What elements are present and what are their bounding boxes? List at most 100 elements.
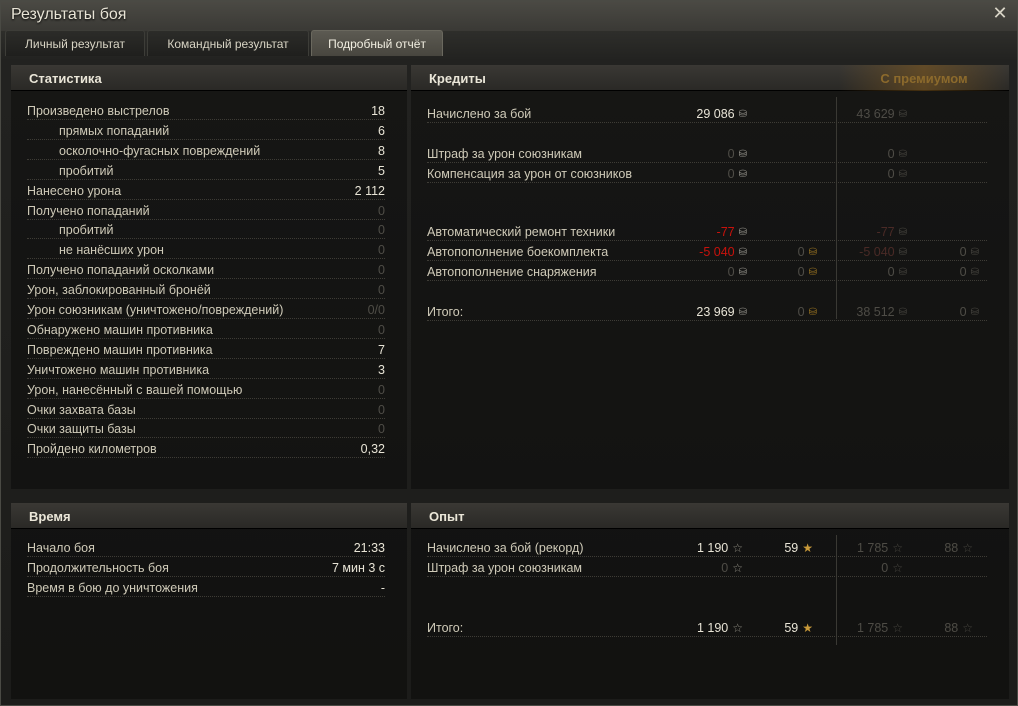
gold-coin-value: 0 ⛁ — [960, 263, 979, 282]
stat-row: Повреждено машин противника 7 — [27, 341, 385, 359]
stat-label: Получено попаданий осколками — [27, 263, 215, 278]
stat-row: Урон, заблокированный бронёй 0 — [27, 281, 385, 300]
stat-label: пробитий — [59, 163, 114, 178]
xp-star-value: 0 ☆ — [881, 559, 903, 577]
value-text: 59 — [784, 541, 799, 555]
free-xp-star-value: 59 ★ — [784, 539, 813, 557]
close-icon[interactable]: ✕ — [991, 4, 1009, 22]
credit-coin-icon: ⛁ — [898, 247, 907, 258]
stat-row: Нанесено урона 2 112 — [27, 182, 385, 200]
credits-header: Кредиты С премиумом — [411, 65, 1009, 91]
xp-star-icon: ☆ — [892, 621, 903, 635]
stat-value: 0 — [378, 263, 385, 278]
experience-row: Итого: 1 190 ☆ 59 ★ 1 785 ☆ 88 ☆ — [427, 619, 987, 637]
credit-coin-value: 0 ⛁ — [888, 263, 907, 282]
xp-star-icon: ☆ — [892, 561, 903, 575]
statistics-panel: Статистика Произведено выстрелов 18 прямых… — [11, 65, 407, 489]
value-text: 1 785 — [856, 541, 889, 555]
gold-coin-value: 0 ⛁ — [960, 303, 979, 322]
stat-label: осколочно-фугасных повреждений — [59, 143, 261, 158]
credit-coin-icon: ⛁ — [738, 267, 747, 278]
value-text: 88 — [944, 541, 959, 555]
stat-label: Урон, нанесённый с вашей помощью — [27, 382, 243, 397]
stat-row: Получено попаданий 0 — [27, 202, 385, 220]
credits-row: Автопополнение боекомплекта -5 040 ⛁ 0 ⛁ -5 0… — [427, 243, 987, 261]
time-row: Начало боя 21:33 — [27, 539, 385, 557]
xp-star-icon: ☆ — [732, 621, 743, 635]
gold-coin-value: 0 ⛁ — [798, 243, 817, 262]
stat-value: 5 — [378, 163, 385, 178]
free-xp-star-icon: ☆ — [962, 541, 973, 555]
stat-row: Уничтожено машин противника 3 — [27, 361, 385, 379]
credits-label: Автоматический ремонт техники — [427, 225, 616, 239]
stat-value: 2 112 — [354, 183, 385, 198]
stat-value: 0 — [378, 322, 385, 337]
tab-detailed-report[interactable]: Подробный отчёт — [311, 30, 443, 56]
stat-row: Очки защиты базы 0 — [27, 420, 385, 439]
premium-separator — [836, 97, 837, 319]
time-label: Время в бою до уничтожения — [27, 581, 198, 595]
credits-label: Автопополнение боекомплекта — [427, 245, 609, 259]
time-header: Время — [11, 503, 407, 529]
stat-label: Нанесено урона — [27, 183, 122, 198]
stat-row: Получено попаданий осколками 0 — [27, 261, 385, 280]
stat-value: 0 — [378, 223, 385, 238]
stat-value: 0,32 — [360, 442, 385, 457]
stat-value: 0/0 — [367, 303, 385, 317]
time-label: Начало боя — [27, 541, 95, 555]
credit-coin-icon: ⛁ — [898, 109, 907, 120]
stat-value: 7 — [378, 342, 385, 357]
value-text: 0 — [797, 265, 805, 279]
premium-label: С премиумом — [880, 71, 968, 86]
time-value: 7 мин 3 с — [331, 561, 385, 575]
experience-label: Итого: — [427, 621, 464, 635]
value-text: 0 — [797, 305, 805, 319]
stat-row: пробитий 5 — [27, 162, 385, 180]
gold-coin-icon: ⛁ — [808, 247, 817, 258]
xp-star-value: 1 785 ☆ — [857, 539, 903, 557]
credit-coin-icon: ⛁ — [738, 227, 747, 238]
value-text: 0 — [881, 561, 889, 575]
tab-personal-result[interactable]: Личный результат — [5, 30, 145, 56]
xp-star-value: 1 190 ☆ — [697, 539, 743, 557]
value-text: 0 — [959, 265, 967, 279]
gold-coin-value: 0 ⛁ — [798, 263, 817, 282]
tab-team-result[interactable]: Командный результат — [147, 30, 309, 56]
free-xp-star-value: 59 ★ — [784, 619, 813, 637]
stat-value: 0 — [378, 243, 385, 258]
credit-coin-value: -77 ⛁ — [877, 223, 907, 242]
credit-coin-value: 38 512 ⛁ — [856, 303, 907, 322]
free-xp-star-icon: ★ — [802, 621, 813, 635]
xp-star-value: 1 190 ☆ — [697, 619, 743, 637]
stat-label: Произведено выстрелов — [27, 104, 170, 118]
stat-row: Урон союзникам (уничтожено/повреждений) 0… — [27, 301, 385, 319]
free-xp-star-icon: ★ — [802, 541, 813, 555]
time-title: Время — [29, 509, 71, 524]
time-row: Продолжительность боя 7 мин 3 с — [27, 559, 385, 577]
value-text: -77 — [876, 225, 895, 239]
stat-row: не нанёсших урон 0 — [27, 241, 385, 260]
credit-coin-icon: ⛁ — [898, 149, 907, 160]
credits-label: Штраф за урон союзникам — [427, 147, 583, 161]
statistics-title: Статистика — [29, 71, 102, 86]
credit-coin-value: 23 969 ⛁ — [696, 303, 747, 322]
value-text: 0 — [797, 245, 805, 259]
xp-star-icon: ☆ — [732, 541, 743, 555]
time-label: Продолжительность боя — [27, 561, 169, 575]
value-text: 29 086 — [696, 107, 735, 121]
experience-title: Опыт — [429, 509, 465, 524]
time-row: Время в бою до уничтожения - — [27, 579, 385, 597]
experience-label: Начислено за бой (рекорд) — [427, 541, 584, 555]
gold-coin-icon: ⛁ — [808, 267, 817, 278]
statistics-header: Статистика — [11, 65, 407, 91]
credits-label: Начислено за бой — [427, 107, 532, 121]
title-bar: Результаты боя ✕ — [1, 1, 1017, 31]
window-title: Результаты боя — [11, 6, 127, 23]
gold-coin-icon: ⛁ — [808, 307, 817, 318]
credit-coin-icon: ⛁ — [738, 149, 747, 160]
value-text: 23 969 — [696, 305, 735, 319]
value-text: -77 — [716, 225, 735, 239]
credit-coin-icon: ⛁ — [738, 247, 747, 258]
xp-star-value: 0 ☆ — [721, 559, 743, 577]
credit-coin-value: 43 629 ⛁ — [856, 105, 907, 124]
